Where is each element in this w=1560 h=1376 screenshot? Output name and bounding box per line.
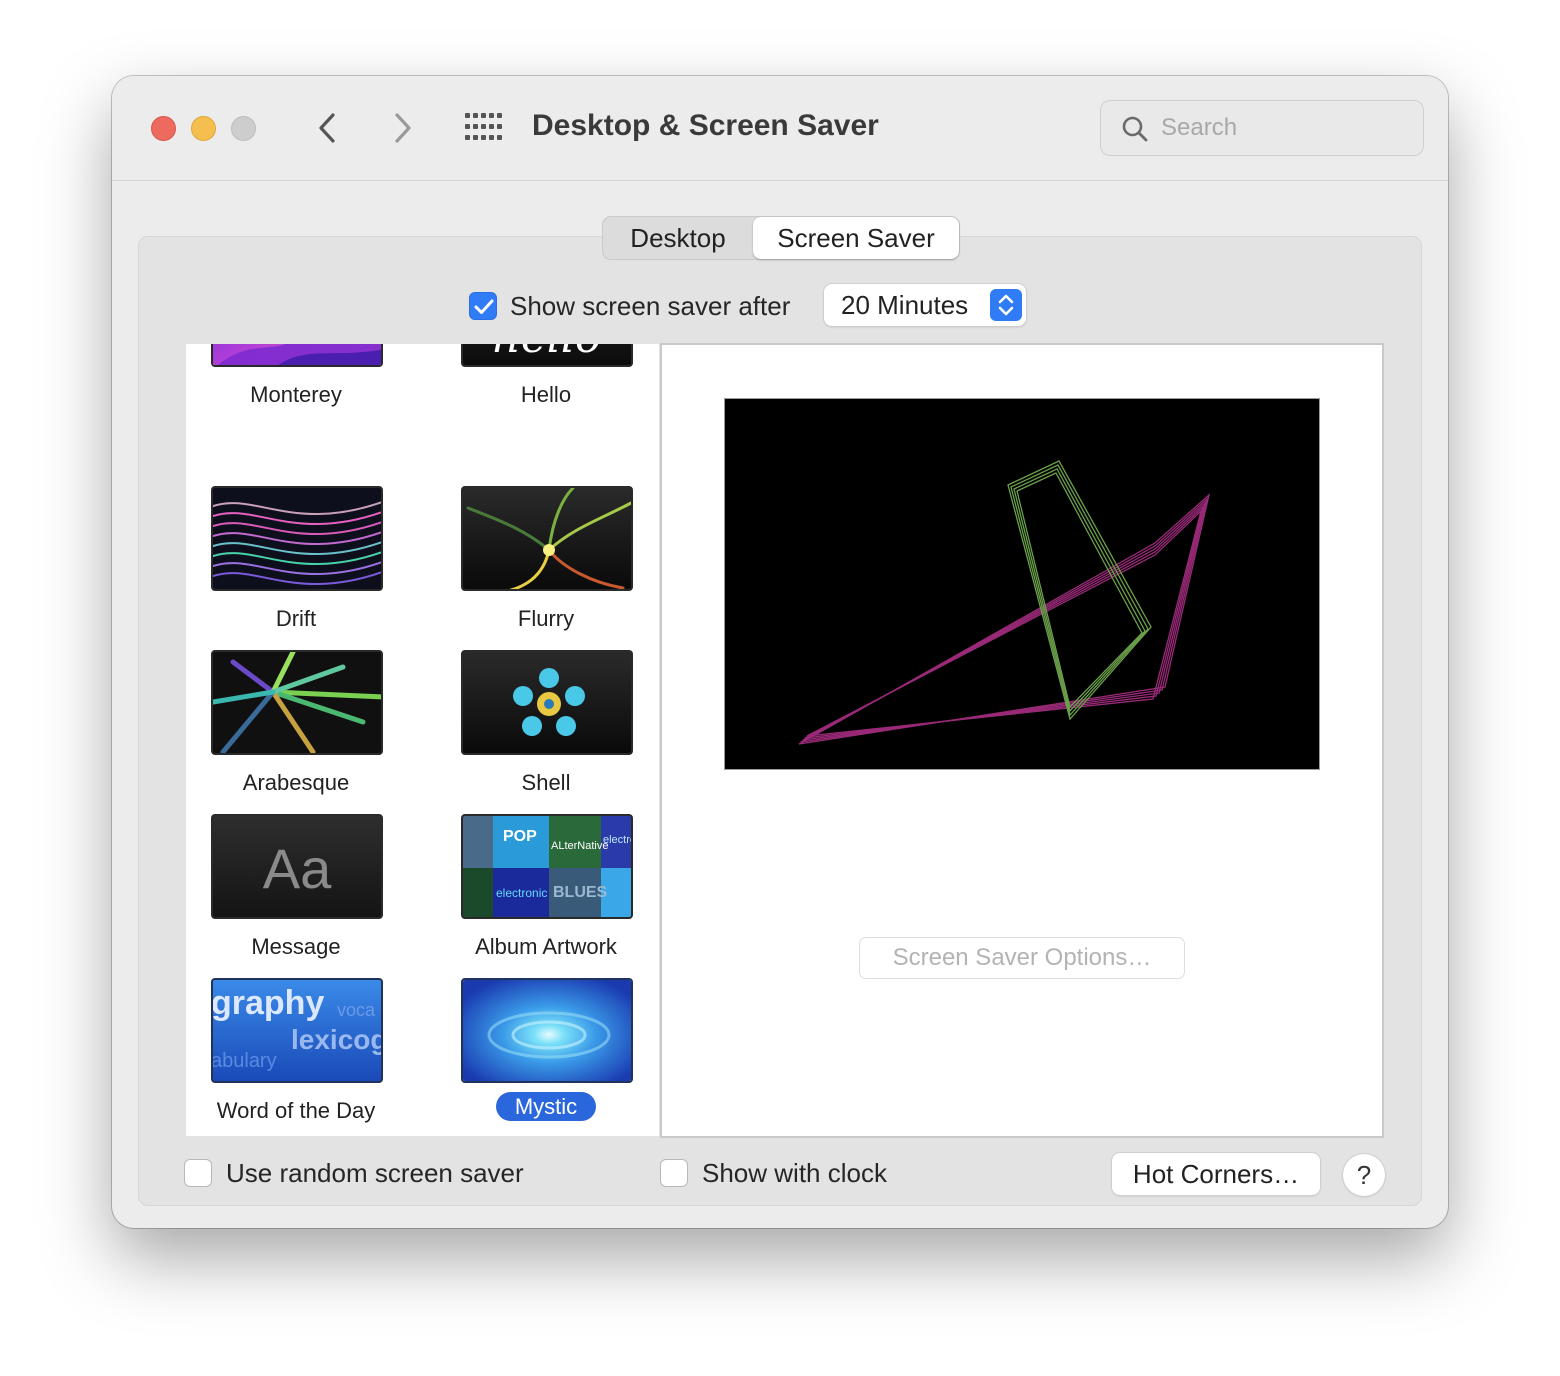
hello-thumbnail: hello <box>461 344 633 367</box>
selected-saver-name: Mystic <box>495 1092 597 1121</box>
hot-corners-button[interactable]: Hot Corners… <box>1112 1153 1320 1195</box>
search-icon <box>1122 116 1148 142</box>
random-saver-label: Use random screen saver <box>226 1157 524 1188</box>
saver-item-word-of-the-day[interactable]: graphy voca lexicog abulary Word of the … <box>186 978 406 1128</box>
album-thumb-text-alternative: ALterNative <box>551 840 609 852</box>
album-thumb-text-electro: electro <box>603 834 633 846</box>
stepper-icon <box>990 289 1022 321</box>
show-after-checkbox[interactable] <box>469 292 497 320</box>
show-after-row: Show screen saver after <box>469 290 790 322</box>
title-bar: Desktop & Screen Saver <box>112 76 1448 181</box>
drift-thumbnail <box>211 486 383 591</box>
saver-label-hello: Hello <box>520 382 572 407</box>
saver-label-album-artwork: Album Artwork <box>475 934 617 959</box>
saver-label-message: Message <box>251 934 341 959</box>
saver-label-shell: Shell <box>521 770 571 795</box>
tab-bar: Desktop Screen Saver <box>602 216 960 260</box>
chevron-right-icon <box>395 113 411 143</box>
minimize-button[interactable] <box>191 116 216 141</box>
saver-label-mystic: Mystic <box>436 1092 656 1121</box>
word-thumb-text-4: abulary <box>211 1050 277 1072</box>
close-button[interactable] <box>151 116 176 141</box>
show-after-label: Show screen saver after <box>510 290 791 321</box>
window-title: Desktop & Screen Saver <box>532 109 879 142</box>
hello-thumb-text: hello <box>463 344 631 363</box>
message-thumb-text: Aa <box>262 837 332 900</box>
saver-label-word-of-the-day: Word of the Day <box>216 1098 376 1123</box>
album-thumb-text-pop: POP <box>503 828 537 845</box>
word-thumb-text-1: graphy <box>211 984 325 1022</box>
saver-item-drift[interactable]: Drift <box>186 486 406 636</box>
clock-row: Show with clock <box>660 1158 887 1188</box>
shell-thumbnail <box>461 650 633 755</box>
chevron-left-icon <box>319 113 335 143</box>
word-thumb-text-3: lexicog <box>291 1024 383 1055</box>
screen-saver-preview <box>724 398 1320 770</box>
search-field[interactable] <box>1100 100 1424 156</box>
album-thumb-text-blues: BLUES <box>553 884 608 901</box>
saver-item-album-artwork[interactable]: POP ALterNative electro electronic BLUES… <box>436 814 656 964</box>
album-thumb-text-electronic: electronic <box>496 886 548 900</box>
forward-button[interactable] <box>384 110 420 146</box>
show-clock-checkbox[interactable] <box>660 1159 688 1187</box>
delay-value: 20 Minutes <box>841 290 969 320</box>
word-thumb-text-2: voca <box>337 1000 376 1020</box>
random-saver-checkbox[interactable] <box>184 1159 212 1187</box>
saver-item-shell[interactable]: Shell <box>436 650 656 800</box>
checkmark-icon <box>474 299 494 314</box>
help-button[interactable]: ? <box>1343 1154 1385 1196</box>
album-artwork-thumbnail: POP ALterNative electro electronic BLUES <box>461 814 633 919</box>
grid-icon <box>465 113 502 140</box>
show-clock-label: Show with clock <box>702 1157 887 1188</box>
monterey-thumbnail <box>211 344 383 367</box>
word-of-the-day-thumbnail: graphy voca lexicog abulary <box>211 978 383 1083</box>
show-all-button[interactable] <box>464 112 502 142</box>
saver-item-flurry[interactable]: Flurry <box>436 486 656 636</box>
random-row: Use random screen saver <box>184 1158 524 1188</box>
mystic-thumbnail <box>461 978 633 1083</box>
screen-saver-list[interactable]: Monterey hello Hello <box>186 344 659 1136</box>
saver-item-monterey[interactable]: Monterey <box>186 344 406 412</box>
zoom-button[interactable] <box>231 116 256 141</box>
tab-desktop[interactable]: Desktop <box>603 217 753 259</box>
saver-item-message[interactable]: Aa Message <box>186 814 406 964</box>
saver-label-drift: Drift <box>275 606 317 631</box>
saver-item-mystic[interactable]: Mystic <box>436 978 656 1128</box>
back-button[interactable] <box>310 110 346 146</box>
saver-item-hello[interactable]: hello Hello <box>436 344 656 412</box>
flurry-thumbnail <box>461 486 633 591</box>
arabesque-thumbnail <box>211 650 383 755</box>
saver-label-arabesque: Arabesque <box>242 770 350 795</box>
tab-screen-saver[interactable]: Screen Saver <box>753 217 959 259</box>
screen-saver-options-button[interactable]: Screen Saver Options… <box>859 937 1185 979</box>
search-input[interactable] <box>1161 111 1411 145</box>
saver-label-monterey: Monterey <box>250 382 342 407</box>
preferences-window: Desktop & Screen Saver Desktop Screen Sa… <box>112 76 1448 1228</box>
delay-popup[interactable]: 20 Minutes <box>824 284 1026 326</box>
message-thumbnail: Aa <box>211 814 383 919</box>
saver-item-arabesque[interactable]: Arabesque <box>186 650 406 800</box>
saver-label-flurry: Flurry <box>517 606 575 631</box>
